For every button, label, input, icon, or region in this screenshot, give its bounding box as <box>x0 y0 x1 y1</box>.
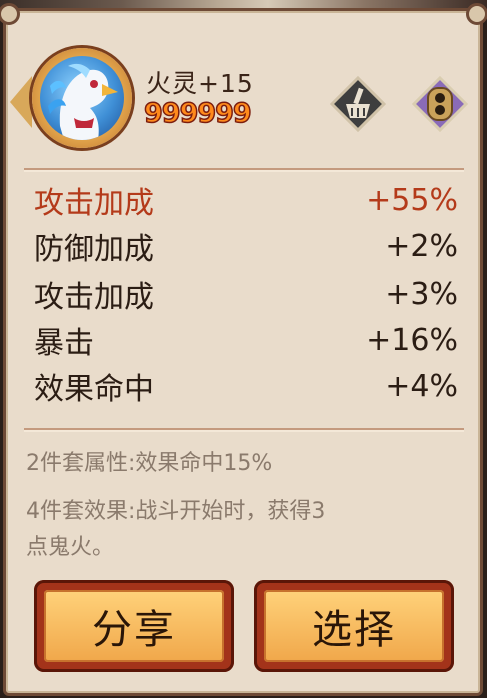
corner-ornament <box>0 3 20 25</box>
avatar-frame <box>32 48 132 148</box>
stat-row: 攻击加成 +55% <box>34 178 458 222</box>
stat-label: 防御加成 <box>34 232 154 267</box>
avatar-portrait <box>40 56 124 140</box>
stat-label: 攻击加成 <box>34 280 154 315</box>
stat-value: +2% <box>385 228 458 264</box>
lock-button[interactable] <box>411 75 469 133</box>
stat-label: 暴击 <box>34 326 94 361</box>
select-button-label: 选择 <box>264 590 444 662</box>
set-bonus-four-piece-line: 点鬼火。 <box>26 535 115 560</box>
soul-score: 999999 <box>143 97 252 130</box>
stat-label: 效果命中 <box>34 372 154 407</box>
stat-row: 效果命中 +4% <box>34 364 458 408</box>
soul-name: 火灵+15 <box>146 69 254 98</box>
select-button[interactable]: 选择 <box>254 580 454 672</box>
broom-icon <box>329 75 387 133</box>
stat-row: 攻击加成 +3% <box>34 272 458 316</box>
stat-value: +55% <box>366 182 458 218</box>
set-bonus-two-piece: 2件套属性:效果命中15% <box>26 451 273 476</box>
set-bonus-four-piece-line: 4件套效果:战斗开始时，获得3 <box>26 499 326 524</box>
stat-value: +16% <box>366 322 458 358</box>
corner-ornament <box>466 3 487 25</box>
avatar-pointer <box>10 76 32 128</box>
share-button-label: 分享 <box>44 590 224 662</box>
broom-button[interactable] <box>329 75 387 133</box>
bird-portrait-icon <box>48 63 118 140</box>
divider <box>24 168 464 170</box>
stat-value: +3% <box>385 276 458 312</box>
stat-value: +4% <box>385 368 458 404</box>
stat-row: 暴击 +16% <box>34 318 458 362</box>
character-avatar[interactable] <box>10 48 132 154</box>
divider <box>24 428 464 430</box>
lock-icon <box>411 75 469 133</box>
stat-label: 攻击加成 <box>34 186 154 221</box>
set-bonus-four-piece: 4件套效果:战斗开始时，获得3 点鬼火。 <box>26 494 466 566</box>
stat-row: 防御加成 +2% <box>34 224 458 268</box>
share-button[interactable]: 分享 <box>34 580 234 672</box>
